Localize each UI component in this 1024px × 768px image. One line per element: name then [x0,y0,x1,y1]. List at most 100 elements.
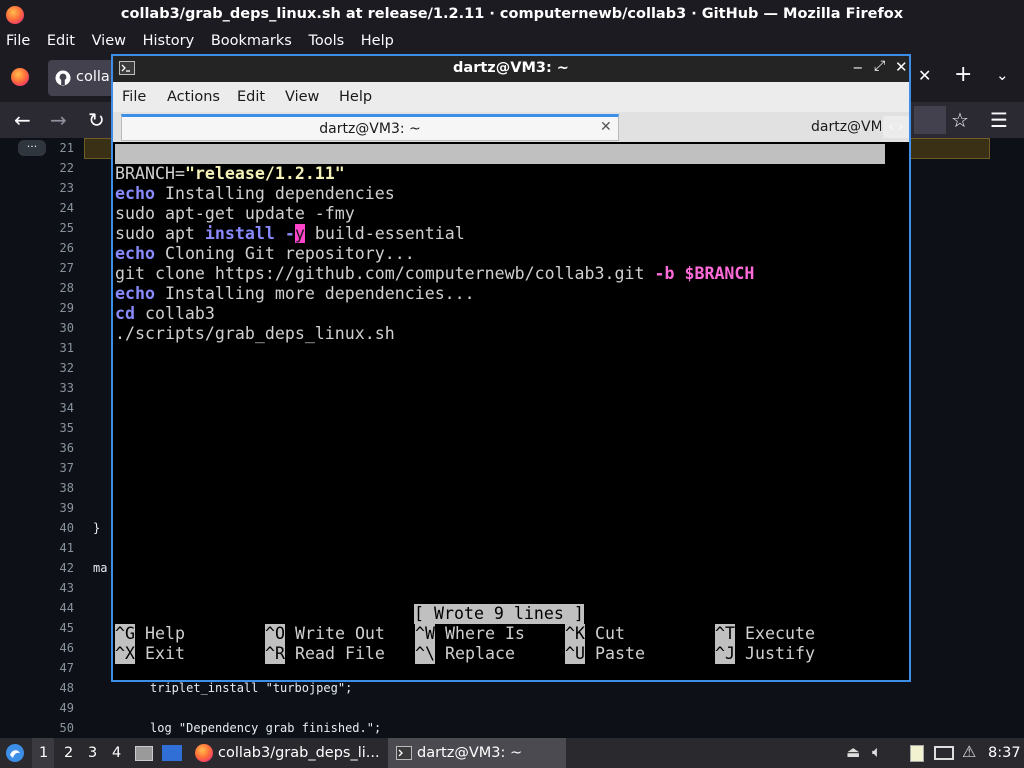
code-line-number[interactable]: 28 [48,281,74,295]
terminal-tab-active[interactable]: dartz@VM3: ~ ✕ [121,114,619,141]
code-line-number[interactable]: 39 [48,501,74,515]
back-arrow-icon[interactable]: ← [14,102,31,138]
menu-edit[interactable]: Edit [44,30,78,52]
forward-arrow-icon[interactable]: → [50,102,67,138]
firefox-tab[interactable]: collab [48,60,119,96]
code-line-number[interactable]: 50 [48,721,74,735]
tab-close-icon[interactable]: ✕ [918,66,931,85]
firefox-view-icon[interactable] [11,68,29,86]
minimize-icon[interactable]: ‒ [853,58,863,76]
start-menu-icon[interactable] [5,743,25,763]
nano-shortcut-key: ^G [115,624,135,644]
code-line-number[interactable]: 40 [48,521,74,535]
workspace-4[interactable]: 4 [112,738,121,768]
code-line-number[interactable]: 36 [48,441,74,455]
nano-token: Installing more dependencies... [154,284,475,303]
menu-bookmarks[interactable]: Bookmarks [208,30,295,52]
nano-token: install [204,224,275,243]
code-line-number[interactable]: 29 [48,301,74,315]
workspace-2[interactable]: 2 [64,738,73,768]
github-icon [55,70,71,86]
code-line-number[interactable]: 45 [48,621,74,635]
code-line-number[interactable]: 23 [48,181,74,195]
code-line-number[interactable]: 37 [48,461,74,475]
terminal-tab-title: dartz@VM [811,119,881,135]
nano-editor[interactable]: GNU nano 6.2 make-collabvm.sh BRANCH="re… [113,144,909,680]
terminal-menu-file[interactable]: File [122,89,146,105]
code-line-number[interactable]: 49 [48,701,74,715]
code-fold-more-button[interactable]: ··· [18,140,46,156]
firefox-window-title: collab3/grab_deps_linux.sh at release/1.… [120,6,904,22]
code-line-number[interactable]: 38 [48,481,74,495]
eject-icon[interactable]: ⏏ [846,743,860,761]
workspace-3[interactable]: 3 [88,738,97,768]
network-icon[interactable] [934,746,954,760]
code-line-number[interactable]: 46 [48,641,74,655]
notifications-icon[interactable]: ⚠︎ [962,742,976,761]
close-icon[interactable]: ✕ [895,58,908,76]
terminal-menubar: File Actions Edit View Help [113,82,909,112]
menu-view[interactable]: View [89,30,129,52]
terminal-menu-view[interactable]: View [285,89,319,105]
tab-scroll-left-right-icon[interactable]: ‹ › [883,116,909,138]
code-line-number[interactable]: 43 [48,581,74,595]
volume-icon[interactable]: 🔈︎ [872,742,882,762]
firefox-menubar: File Edit View History Bookmarks Tools H… [0,30,1024,52]
workspace-1[interactable]: 1 [39,738,48,768]
tab-list-chevron-down-icon[interactable]: ⌄ [996,66,1009,84]
menu-file[interactable]: File [3,30,33,52]
taskbar-task-terminal[interactable]: dartz@VM3: ~ [388,738,566,768]
terminal-menu-edit[interactable]: Edit [237,89,265,105]
nano-token: ./scripts/grab_deps_linux.sh [115,324,395,343]
url-bar-end[interactable] [914,106,946,134]
code-line-number[interactable]: 25 [48,221,74,235]
code-line-number[interactable]: 27 [48,261,74,275]
menu-history[interactable]: History [140,30,198,52]
terminal-menu-actions[interactable]: Actions [167,89,220,105]
menu-help[interactable]: Help [358,30,397,52]
code-line-text: log "Dependency grab finished."; [150,721,382,735]
code-line-number[interactable]: 26 [48,241,74,255]
nano-line: sudo apt-get update -fmy [115,204,355,224]
nano-token: BRANCH= [115,164,185,183]
code-line-number[interactable]: 48 [48,681,74,695]
nano-shortcut-label: Execute [745,624,815,643]
nano-line: echo Cloning Git repository... [115,244,415,264]
code-line-number[interactable]: 41 [48,541,74,555]
code-line-number[interactable]: 42 [48,561,74,575]
bookmark-star-icon[interactable]: ☆ [951,102,969,138]
file-manager-icon[interactable] [135,746,153,761]
terminal-menu-help[interactable]: Help [339,89,372,105]
code-line-number[interactable]: 24 [48,201,74,215]
terminal-tab-close-icon[interactable]: ✕ [600,119,612,135]
taskbar-task-firefox[interactable]: collab3/grab_deps_li... [190,738,380,768]
nano-shortcut-label: Replace [445,644,515,663]
code-line-number[interactable]: 31 [48,341,74,355]
nano-shortcut-key: ^O [265,624,285,644]
code-line-number[interactable]: 32 [48,361,74,375]
code-line-text: } [93,521,101,535]
firefox-title-bar: collab3/grab_deps_linux.sh at release/1.… [0,0,1024,30]
code-line-number[interactable]: 35 [48,421,74,435]
nano-shortcut-key: ^X [115,644,135,664]
nano-token: sudo apt-get update -fmy [115,204,355,223]
nano-token: build-essential [304,224,465,243]
code-line-number[interactable]: 34 [48,401,74,415]
code-line-number[interactable]: 47 [48,661,74,675]
hamburger-menu-icon[interactable]: ☰ [990,102,1008,138]
nano-shortcut-key: ^J [715,644,735,664]
new-tab-plus-icon[interactable]: + [954,62,972,87]
maximize-icon[interactable]: ⤢ [874,58,885,74]
code-line-number[interactable]: 33 [48,381,74,395]
clipboard-icon[interactable] [910,745,924,762]
show-desktop-icon[interactable] [162,745,182,761]
reload-icon[interactable]: ↻ [88,102,105,138]
nano-token: Cloning Git repository... [154,244,415,263]
code-line-number[interactable]: 21 [48,141,74,155]
menu-tools[interactable]: Tools [305,30,347,52]
code-line-number[interactable]: 22 [48,161,74,175]
nano-token: git clone https://github.com/computernew… [115,264,655,283]
terminal-tab-inactive[interactable]: dartz@VM [621,114,881,141]
code-line-number[interactable]: 44 [48,601,74,615]
code-line-number[interactable]: 30 [48,321,74,335]
